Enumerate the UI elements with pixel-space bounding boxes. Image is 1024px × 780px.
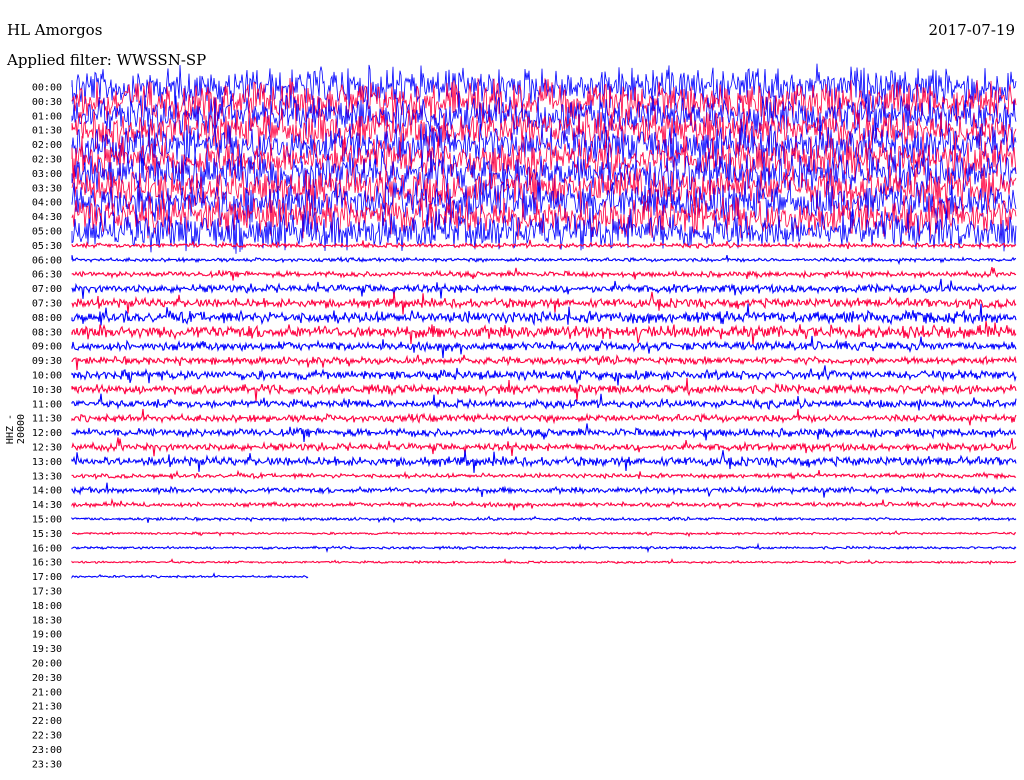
- row-label: 03:00: [32, 169, 62, 180]
- row-label: 00:30: [32, 97, 62, 108]
- row-label: 02:00: [32, 140, 62, 151]
- trace-row: [71, 365, 1017, 386]
- row-label: 19:30: [32, 644, 62, 655]
- trace-row: [71, 320, 1017, 346]
- trace-row: [71, 497, 1017, 511]
- trace-row: [71, 557, 1017, 566]
- trace-row: [71, 335, 1017, 359]
- seismogram-plot: 00:00 00:30 01:00 01:30 02:00 02:30 03:00 03:30…: [32, 63, 1017, 771]
- row-label: 02:30: [32, 155, 62, 166]
- row-label: 10:30: [32, 385, 62, 396]
- trace-row: [71, 393, 1017, 411]
- trace-row: [71, 278, 1017, 299]
- row-label: 18:00: [32, 601, 62, 612]
- row-label: 06:00: [32, 255, 62, 266]
- row-label: 13:30: [32, 471, 62, 482]
- row-label: 17:00: [32, 572, 62, 583]
- row-label: 07:30: [32, 299, 62, 310]
- row-labels: 00:00 00:30 01:00 01:30 02:00 02:30 03:00 03:30…: [32, 83, 62, 771]
- trace-row: [71, 450, 1017, 473]
- trace-row: [71, 377, 1017, 402]
- row-label: 08:30: [32, 327, 62, 338]
- trace-row: [71, 542, 1017, 554]
- row-label: 01:00: [32, 111, 62, 122]
- trace-row: [71, 303, 1017, 327]
- row-label: 18:30: [32, 615, 62, 626]
- trace-row: [71, 437, 1017, 457]
- trace-row: [72, 530, 1016, 538]
- trace-lines: [71, 63, 1017, 579]
- row-label: 06:30: [32, 270, 62, 281]
- row-label: 20:00: [32, 659, 62, 670]
- trace-row: [71, 482, 1017, 498]
- row-label: 23:00: [32, 745, 62, 756]
- row-label: 12:30: [32, 443, 62, 454]
- row-label: 05:30: [32, 241, 62, 252]
- trace-row: [71, 239, 1017, 250]
- trace-row: [71, 254, 1017, 266]
- trace-row: [71, 469, 1017, 481]
- row-label: 01:30: [32, 126, 62, 137]
- row-label: 03:30: [32, 183, 62, 194]
- trace-row: [71, 291, 1017, 315]
- row-label: 11:30: [32, 414, 62, 425]
- row-label: 16:00: [32, 543, 62, 554]
- row-label: 21:00: [32, 687, 62, 698]
- row-label: 15:30: [32, 529, 62, 540]
- row-label: 19:00: [32, 630, 62, 641]
- row-label: 22:00: [32, 716, 62, 727]
- row-label: 07:00: [32, 284, 62, 295]
- row-label: 16:30: [32, 558, 62, 569]
- row-label: 21:30: [32, 702, 62, 713]
- row-label: 08:00: [32, 313, 62, 324]
- row-label: 09:30: [32, 356, 62, 367]
- row-label: 04:30: [32, 212, 62, 223]
- row-label: 14:00: [32, 486, 62, 497]
- trace-row: [71, 354, 1017, 371]
- trace-row: [71, 266, 1017, 281]
- row-label: 20:30: [32, 673, 62, 684]
- row-label: 11:00: [32, 399, 62, 410]
- row-label: 00:00: [32, 83, 62, 94]
- row-label: 12:00: [32, 428, 62, 439]
- trace-row: [71, 423, 1016, 442]
- row-label: 13:00: [32, 457, 62, 468]
- row-label: 09:00: [32, 342, 62, 353]
- row-label: 23:30: [32, 759, 62, 770]
- row-label: 05:00: [32, 227, 62, 238]
- row-label: 15:00: [32, 515, 62, 526]
- row-label: 14:30: [32, 500, 62, 511]
- row-label: 10:00: [32, 371, 62, 382]
- row-label: 22:30: [32, 731, 62, 742]
- trace-row: [71, 408, 1017, 426]
- trace-row: [71, 515, 1017, 524]
- row-label: 17:30: [32, 587, 62, 598]
- row-label: 04:00: [32, 198, 62, 209]
- trace-row: [71, 572, 309, 579]
